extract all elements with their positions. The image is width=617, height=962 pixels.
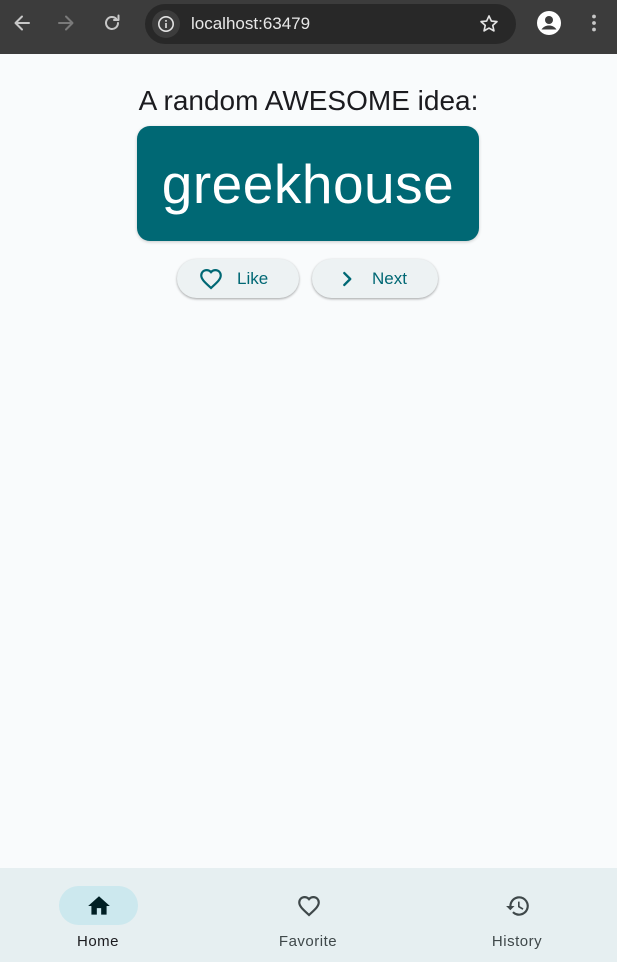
profile-button[interactable] [533,7,565,39]
account-icon [537,11,561,35]
nav-item-history[interactable]: History [447,868,587,962]
idea-text: greekhouse [161,152,455,215]
nav-icon-container [269,886,348,925]
back-arrow-icon [14,15,30,31]
info-icon [158,16,174,32]
star-icon [480,15,498,32]
forward-arrow-icon [58,15,74,31]
next-button-label: Next [372,269,407,288]
bookmark-button[interactable] [476,11,502,37]
url-text[interactable]: localhost:63479 [191,15,310,33]
bottom-navigation-bar: Home Favorite History [0,868,617,962]
main-content: A random AWESOME idea: greekhouse Like N… [0,54,617,868]
like-button-label: Like [237,269,269,288]
forward-button[interactable] [50,7,82,39]
nav-item-favorite[interactable]: Favorite [238,868,378,962]
nav-icon-container [478,886,557,925]
back-button[interactable] [6,7,38,39]
page-heading: A random AWESOME idea: [138,85,479,116]
nav-label-favorite: Favorite [278,933,338,950]
home-icon [87,895,110,915]
nav-label-history: History [491,933,543,950]
nav-label-home: Home [76,933,119,950]
like-button[interactable]: Like [177,259,299,298]
history-icon [505,895,529,916]
reload-button[interactable] [96,7,128,39]
idea-card: greekhouse [137,126,479,241]
more-vert-icon [592,14,596,32]
browser-menu-button[interactable] [578,7,610,39]
chevron-right-icon [334,266,360,292]
site-info-button[interactable] [152,10,180,38]
nav-active-indicator [59,886,138,925]
nav-item-home[interactable]: Home [28,868,168,962]
browser-toolbar: localhost:63479 [0,0,617,54]
reload-icon [105,14,120,30]
heart-outline-icon [297,895,320,916]
heart-outline-icon [198,266,224,292]
address-bar[interactable]: localhost:63479 [145,4,516,44]
next-button[interactable]: Next [312,259,438,298]
